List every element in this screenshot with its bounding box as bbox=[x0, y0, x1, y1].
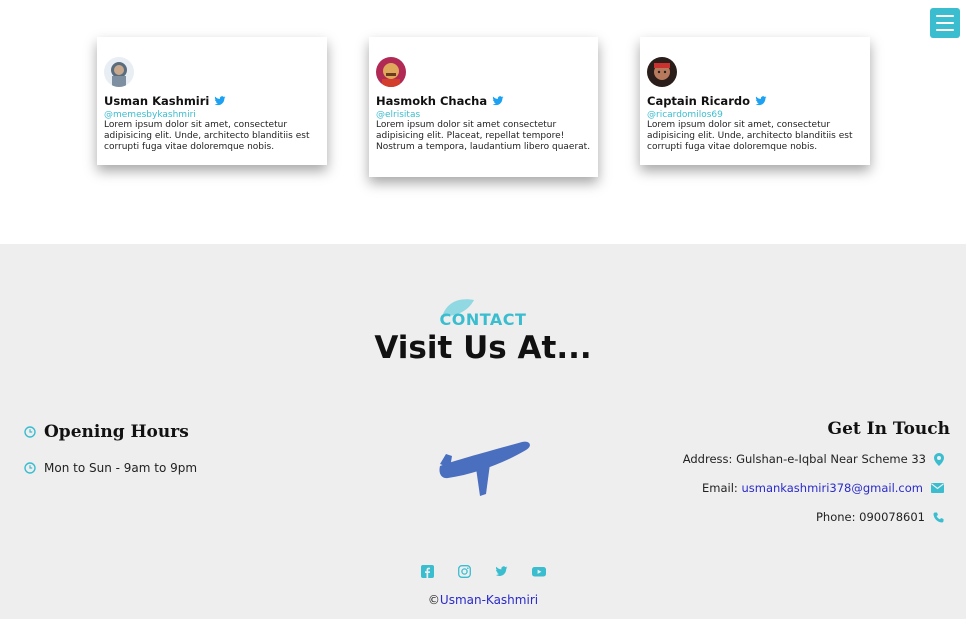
twitter-icon[interactable] bbox=[495, 563, 508, 576]
testimonial-card: Hasmokh Chacha @elrisitas Lorem ipsum do… bbox=[369, 37, 598, 177]
address-label: Address: bbox=[682, 452, 733, 466]
testimonial-text: Lorem ipsum dolor sit amet consectetur a… bbox=[376, 120, 591, 152]
opening-hours-line: Mon to Sun - 9am to 9pm bbox=[24, 461, 197, 475]
testimonial-card: Usman Kashmiri @memesbykashmiri Lorem ip… bbox=[97, 37, 327, 165]
testimonial-text: Lorem ipsum dolor sit amet, consectetur … bbox=[104, 120, 310, 152]
opening-hours-title: Opening Hours bbox=[44, 422, 189, 442]
hamburger-icon-bar bbox=[936, 29, 954, 31]
phone-icon bbox=[933, 512, 944, 522]
youtube-icon[interactable] bbox=[532, 563, 546, 577]
author-handle[interactable]: @memesbykashmiri bbox=[104, 110, 320, 120]
email-label: Email: bbox=[702, 481, 738, 495]
section-title: Visit Us At... bbox=[374, 330, 592, 366]
opening-hours-heading: Opening Hours bbox=[24, 422, 189, 442]
email-link[interactable]: usmankashmiri378@gmail.com bbox=[741, 481, 923, 495]
author-handle[interactable]: @ricardomilos69 bbox=[647, 110, 863, 120]
social-links bbox=[421, 563, 546, 578]
twitter-icon bbox=[755, 96, 767, 106]
address-value: Gulshan-e-Iqbal Near Scheme 33 bbox=[736, 452, 926, 466]
address-line: Address: Gulshan-e-Iqbal Near Scheme 33 bbox=[683, 452, 944, 466]
opening-hours-text: Mon to Sun - 9am to 9pm bbox=[44, 461, 198, 475]
copyright: ©Usman-Kashmiri bbox=[0, 593, 966, 607]
author-handle[interactable]: @elrisitas bbox=[376, 110, 591, 120]
contact-section: CONTACT Visit Us At... Opening Hours Mon… bbox=[0, 244, 966, 619]
envelope-icon bbox=[931, 483, 944, 493]
airplane-icon bbox=[439, 441, 530, 496]
testimonial-text: Lorem ipsum dolor sit amet, consectetur … bbox=[647, 120, 853, 152]
menu-button[interactable] bbox=[930, 8, 960, 38]
copyright-symbol: © bbox=[427, 593, 440, 607]
facebook-icon[interactable] bbox=[421, 563, 434, 578]
get-in-touch-title: Get In Touch bbox=[827, 419, 950, 439]
phone-line: Phone: 090078601 bbox=[816, 510, 944, 524]
twitter-icon bbox=[492, 96, 504, 106]
section-label: CONTACT bbox=[439, 310, 527, 329]
avatar bbox=[104, 57, 134, 87]
twitter-icon bbox=[214, 96, 226, 106]
avatar bbox=[376, 57, 406, 87]
hamburger-icon-bar bbox=[936, 15, 954, 17]
hamburger-icon-bar bbox=[936, 22, 954, 24]
author-name: Usman Kashmiri bbox=[104, 94, 210, 108]
avatar bbox=[647, 57, 677, 87]
copyright-link[interactable]: Usman-Kashmiri bbox=[440, 593, 538, 607]
author-name: Hasmokh Chacha bbox=[376, 94, 488, 108]
map-pin-icon bbox=[934, 452, 944, 466]
email-line: Email: usmankashmiri378@gmail.com bbox=[702, 481, 944, 495]
clock-icon bbox=[24, 426, 36, 438]
clock-icon bbox=[24, 462, 36, 474]
phone-label: Phone: bbox=[815, 510, 856, 524]
instagram-icon[interactable] bbox=[458, 563, 471, 578]
testimonial-card: Captain Ricardo @ricardomilos69 Lorem ip… bbox=[640, 37, 870, 165]
author-name: Captain Ricardo bbox=[647, 94, 751, 108]
phone-value: 090078601 bbox=[859, 510, 925, 524]
